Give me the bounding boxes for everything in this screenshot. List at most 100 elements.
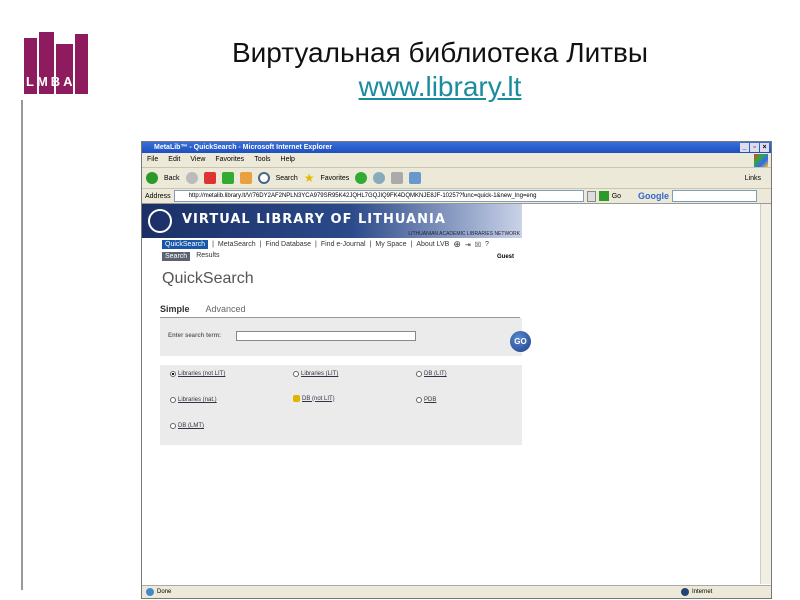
- radio[interactable]: [416, 397, 422, 403]
- option-label[interactable]: DB (not LIT): [302, 396, 335, 402]
- banner-title: VIRTUAL LIBRARY OF LITHUANIA: [182, 212, 446, 227]
- option-libraries-lit[interactable]: Libraries (LIT): [293, 371, 338, 377]
- menu-file[interactable]: File: [147, 156, 158, 164]
- menu-view[interactable]: View: [190, 156, 205, 164]
- option-pdb[interactable]: PDB: [416, 397, 436, 403]
- maximize-button[interactable]: ▫: [750, 143, 759, 152]
- menu-help[interactable]: Help: [281, 156, 295, 164]
- menu-favorites[interactable]: Favorites: [215, 156, 244, 164]
- radio[interactable]: [416, 371, 422, 377]
- library-link[interactable]: www.library.lt: [359, 71, 522, 102]
- zone-text: Internet: [692, 589, 713, 595]
- search-term-label: Enter search term:: [168, 333, 222, 339]
- window-title: MetaLib™ - QuickSearch - Microsoft Inter…: [154, 144, 333, 151]
- divider: [21, 100, 23, 590]
- nav-my-space[interactable]: My Space: [375, 241, 406, 248]
- stop-icon[interactable]: [203, 172, 216, 184]
- option-label[interactable]: PDB: [424, 397, 436, 403]
- subnav-search[interactable]: Search: [162, 252, 191, 261]
- option-libraries-nat[interactable]: Libraries (nat.): [170, 397, 217, 403]
- go-arrow-icon[interactable]: [598, 191, 609, 201]
- nav-about-lvb[interactable]: About LVB: [416, 241, 449, 248]
- option-label[interactable]: DB (LMT): [178, 423, 204, 429]
- logout-icon[interactable]: ⇥: [465, 241, 471, 249]
- search-panel: Enter search term:: [160, 318, 522, 356]
- menu-edit[interactable]: Edit: [168, 156, 180, 164]
- search-icon[interactable]: [257, 172, 270, 184]
- radio[interactable]: [293, 371, 299, 377]
- emblem-icon: [148, 209, 172, 233]
- toolbar: Back Search ★ Favorites Links: [142, 168, 771, 189]
- globe-icon: [681, 588, 689, 596]
- address-bar: Address http://metalib.library.lt/V/76DY…: [142, 189, 771, 204]
- option-libraries-not-lit[interactable]: Libraries (not LIT): [170, 371, 225, 377]
- resource-options: Libraries (not LIT) Libraries (LIT) DB (…: [160, 365, 522, 445]
- google-search-input[interactable]: [672, 190, 758, 202]
- page-icon: [146, 588, 154, 596]
- help-icon[interactable]: ?: [485, 241, 489, 248]
- nav-quicksearch[interactable]: QuickSearch: [162, 240, 209, 249]
- page-heading: QuickSearch: [162, 270, 254, 287]
- option-db-not-lit[interactable]: DB (not LIT): [293, 395, 335, 402]
- logo-text: LMBA: [26, 74, 76, 89]
- status-text: Done: [157, 589, 172, 595]
- mail-icon[interactable]: [373, 172, 386, 184]
- google-toolbar-logo[interactable]: Google: [638, 191, 669, 201]
- page-content: VIRTUAL LIBRARY OF LITHUANIA LITHUANIAN …: [142, 204, 771, 584]
- edit-icon[interactable]: [409, 172, 422, 184]
- go-button[interactable]: Go: [612, 193, 621, 200]
- user-status: Guest: [497, 254, 515, 260]
- vertical-scrollbar[interactable]: [760, 204, 771, 584]
- menu-tools[interactable]: Tools: [254, 156, 270, 164]
- windows-logo-icon: [754, 154, 768, 167]
- menu-bar: File Edit View Favorites Tools Help: [142, 153, 771, 168]
- print-icon[interactable]: [391, 172, 404, 184]
- title-bar: MetaLib™ - QuickSearch - Microsoft Inter…: [142, 142, 771, 153]
- favorites-button[interactable]: Favorites: [321, 175, 350, 182]
- option-db-lmt[interactable]: DB (LMT): [170, 423, 204, 429]
- tab-advanced[interactable]: Advanced: [206, 304, 246, 314]
- nav-find-database[interactable]: Find Database: [265, 241, 311, 248]
- site-banner: VIRTUAL LIBRARY OF LITHUANIA LITHUANIAN …: [142, 204, 522, 238]
- end-session-icon[interactable]: ☒: [475, 241, 481, 249]
- home-icon[interactable]: [239, 172, 252, 184]
- option-label[interactable]: Libraries (nat.): [178, 397, 217, 403]
- option-label[interactable]: DB (LIT): [424, 371, 447, 377]
- search-term-input[interactable]: [236, 331, 416, 341]
- status-bar: Done Internet: [142, 585, 771, 598]
- address-label: Address: [145, 192, 171, 200]
- nav-find-ejournal[interactable]: Find e-Journal: [321, 241, 366, 248]
- main-nav: QuickSearch | MetaSearch | Find Database | …: [162, 239, 489, 250]
- go-search-button[interactable]: GO: [510, 331, 531, 352]
- forward-icon[interactable]: [185, 172, 198, 184]
- banner-subtitle: LITHUANIAN ACADEMIC LIBRARIES NETWORK: [408, 231, 520, 237]
- lock-icon: [293, 395, 300, 402]
- language-icon[interactable]: ⊕: [453, 239, 461, 250]
- slide-title: Виртуальная библиотека Литвы www.library…: [120, 36, 760, 104]
- refresh-icon[interactable]: [221, 172, 234, 184]
- radio[interactable]: [170, 397, 176, 403]
- radio[interactable]: [170, 371, 176, 377]
- zone-indicator: Internet: [681, 588, 771, 596]
- browser-window: MetaLib™ - QuickSearch - Microsoft Inter…: [141, 141, 772, 599]
- favorites-icon[interactable]: ★: [304, 171, 315, 185]
- option-label[interactable]: Libraries (LIT): [301, 371, 338, 377]
- subnav-results[interactable]: Results: [196, 252, 219, 261]
- lmba-logo: LMBA: [24, 28, 88, 94]
- title-text: Виртуальная библиотека Литвы: [231, 37, 649, 68]
- links-button[interactable]: Links: [745, 175, 761, 182]
- back-icon[interactable]: [146, 172, 158, 184]
- minimize-button[interactable]: _: [740, 143, 749, 152]
- history-icon[interactable]: [355, 172, 368, 184]
- tab-simple[interactable]: Simple: [160, 304, 190, 314]
- url-dropdown[interactable]: [586, 190, 596, 202]
- option-label[interactable]: Libraries (not LIT): [178, 371, 225, 377]
- nav-metasearch[interactable]: MetaSearch: [218, 241, 256, 248]
- search-tabs: Simple Advanced: [160, 304, 246, 314]
- close-button[interactable]: ×: [760, 143, 769, 152]
- search-button[interactable]: Search: [276, 175, 298, 182]
- radio[interactable]: [170, 423, 176, 429]
- option-db-lit[interactable]: DB (LIT): [416, 371, 447, 377]
- back-button[interactable]: Back: [164, 175, 180, 182]
- url-input[interactable]: http://metalib.library.lt/V/76DY2AF2NPLN…: [173, 190, 584, 202]
